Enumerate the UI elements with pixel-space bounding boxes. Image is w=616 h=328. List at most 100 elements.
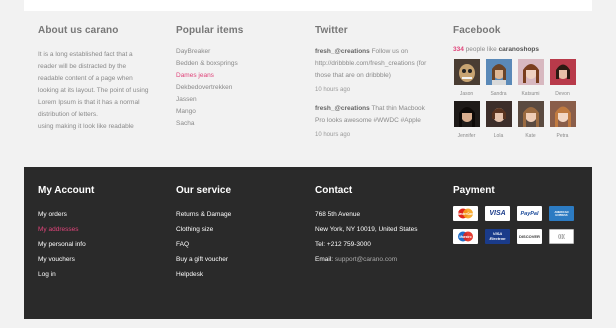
link-my-personal-info[interactable]: My personal info [38, 237, 94, 252]
contact-email-row: Email: support@carano.com [315, 252, 418, 267]
facebook-column: Facebook 334 people like caranoshops Jas… [453, 25, 576, 141]
avatar [517, 101, 544, 127]
payment-column: Payment MasterCard VISA PayPal AMERICAN … [453, 185, 574, 244]
contact-city: New York, NY 10019, United States [315, 226, 418, 233]
tweet-handle[interactable]: fresh_@creations [315, 48, 370, 55]
fan[interactable]: Katsumi [517, 59, 544, 99]
mastercard-label: MasterCard [457, 212, 475, 216]
contact-street: 768 5th Avenue [315, 211, 361, 218]
about-line: It is a long established fact that a [38, 51, 133, 58]
contact-phone: Tel: +212 759-3000 [315, 241, 371, 248]
account-links: My orders My addresses My personal info … [38, 207, 94, 282]
link-my-orders[interactable]: My orders [38, 207, 94, 222]
avatar [517, 59, 544, 85]
like-text: people like [465, 46, 497, 53]
tweet: fresh_@creations Follow us on http://dri… [315, 46, 433, 98]
avatar [485, 59, 512, 85]
popular-item-sacha[interactable]: Sacha [176, 118, 243, 130]
footer-upper: About us carano It is a long established… [24, 11, 592, 167]
fan[interactable]: Jason [453, 59, 480, 99]
payment-cards: MasterCard VISA PayPal AMERICAN EXPRESS … [453, 206, 574, 244]
fan[interactable]: Lola [485, 101, 512, 141]
about-line: Lorem Ipsum is that it has a normal [38, 99, 140, 106]
mastercard-icon: MasterCard [453, 206, 478, 221]
popular-item-mango[interactable]: Mango [176, 106, 243, 118]
facebook-page-name[interactable]: caranoshops [499, 46, 539, 53]
twitter-column: Twitter fresh_@creations Follow us on ht… [315, 25, 433, 143]
fan[interactable]: Sandra [485, 59, 512, 99]
fan-name: Kate [525, 133, 536, 139]
popular-item-jassen[interactable]: Jassen [176, 94, 243, 106]
link-faq[interactable]: FAQ [176, 237, 231, 252]
fan-name: Sandra [490, 91, 507, 97]
about-column: About us carano It is a long established… [38, 25, 154, 133]
discover-icon: DISCOVER [517, 229, 542, 244]
payment-title: Payment [453, 185, 495, 196]
account-column: My Account My orders My addresses My per… [38, 185, 94, 282]
content-bottom-edge [24, 0, 592, 11]
about-title: About us carano [38, 25, 119, 36]
link-gift-voucher[interactable]: Buy a gift voucher [176, 252, 231, 267]
tweet-time: 10 hours ago [315, 132, 351, 138]
contact-email-label: Email: [315, 256, 335, 263]
contact-title: Contact [315, 185, 353, 196]
visa-icon: VISA [485, 206, 510, 221]
fan-name: Devon [555, 91, 570, 97]
link-log-in[interactable]: Log in [38, 267, 94, 282]
about-line: using making it look like readable [38, 123, 134, 130]
like-count: 334 [453, 46, 464, 53]
avatar [549, 101, 576, 127]
facebook-like-summary: 334 people like caranoshops [453, 46, 576, 53]
popular-list: DayBreaker Bedden & boxsprings Dames jea… [176, 46, 243, 130]
link-my-vouchers[interactable]: My vouchers [38, 252, 94, 267]
footer-dark-panel: My Account My orders My addresses My per… [24, 167, 592, 319]
amex-icon: AMERICAN EXPRESS [549, 206, 574, 221]
footer-lower: My Account My orders My addresses My per… [0, 167, 616, 328]
popular-item-bedden[interactable]: Bedden & boxsprings [176, 58, 243, 70]
fan[interactable]: Petra [549, 101, 576, 141]
about-line: reader will be distracted by the [38, 63, 127, 70]
fan-name: Jennifer [457, 133, 476, 139]
popular-item-dames-jeans[interactable]: Dames jeans [176, 70, 243, 82]
link-my-addresses[interactable]: My addresses [38, 222, 94, 237]
link-clothing-size[interactable]: Clothing size [176, 222, 231, 237]
avatar [453, 59, 480, 85]
avatar [485, 101, 512, 127]
fan[interactable]: Devon [549, 59, 576, 99]
fan-name: Petra [556, 133, 569, 139]
paypal-icon: PayPal [517, 206, 542, 221]
tweet: fresh_@creations That thin Macbook Pro l… [315, 103, 433, 143]
contact-details: 768 5th Avenue New York, NY 10019, Unite… [315, 207, 418, 267]
maestro-icon: Maestro [453, 229, 478, 244]
contact-column: Contact 768 5th Avenue New York, NY 1001… [315, 185, 418, 267]
about-line: distribution of letters. [38, 111, 98, 118]
service-title: Our service [176, 185, 232, 196]
tweet-time: 10 hours ago [315, 87, 351, 93]
fan-name: Lola [493, 133, 504, 139]
about-text: It is a long established fact that a rea… [38, 49, 154, 133]
popular-item-daybreaker[interactable]: DayBreaker [176, 46, 243, 58]
fan[interactable]: Kate [517, 101, 544, 141]
facebook-title: Facebook [453, 25, 501, 36]
maestro-label: Maestro [459, 235, 471, 239]
popular-item-dekbedovertrekken[interactable]: Dekbedovertrekken [176, 82, 243, 94]
link-helpdesk[interactable]: Helpdesk [176, 267, 231, 282]
avatar [549, 59, 576, 85]
popular-title: Popular items [176, 25, 244, 36]
contactless-icon: (((( [549, 229, 574, 244]
facebook-fans: Jason Sandra Katsumi Devon Jennifer Lola [453, 59, 576, 141]
twitter-title: Twitter [315, 25, 348, 36]
about-line: readable content of a page when [38, 75, 133, 82]
fan[interactable]: Jennifer [453, 101, 480, 141]
popular-column: Popular items DayBreaker Bedden & boxspr… [176, 25, 243, 130]
service-column: Our service Returns & Damage Clothing si… [176, 185, 231, 282]
about-line: looking at its layout. The point of usin… [38, 87, 149, 94]
visa-electron-icon: VISA Electron [485, 229, 510, 244]
account-title: My Account [38, 185, 95, 196]
service-links: Returns & Damage Clothing size FAQ Buy a… [176, 207, 231, 282]
avatar [453, 101, 480, 127]
contact-email-link[interactable]: support@carano.com [335, 256, 397, 263]
link-returns[interactable]: Returns & Damage [176, 207, 231, 222]
fan-name: Katsumi [521, 91, 540, 97]
tweet-handle[interactable]: fresh_@creations [315, 105, 370, 112]
